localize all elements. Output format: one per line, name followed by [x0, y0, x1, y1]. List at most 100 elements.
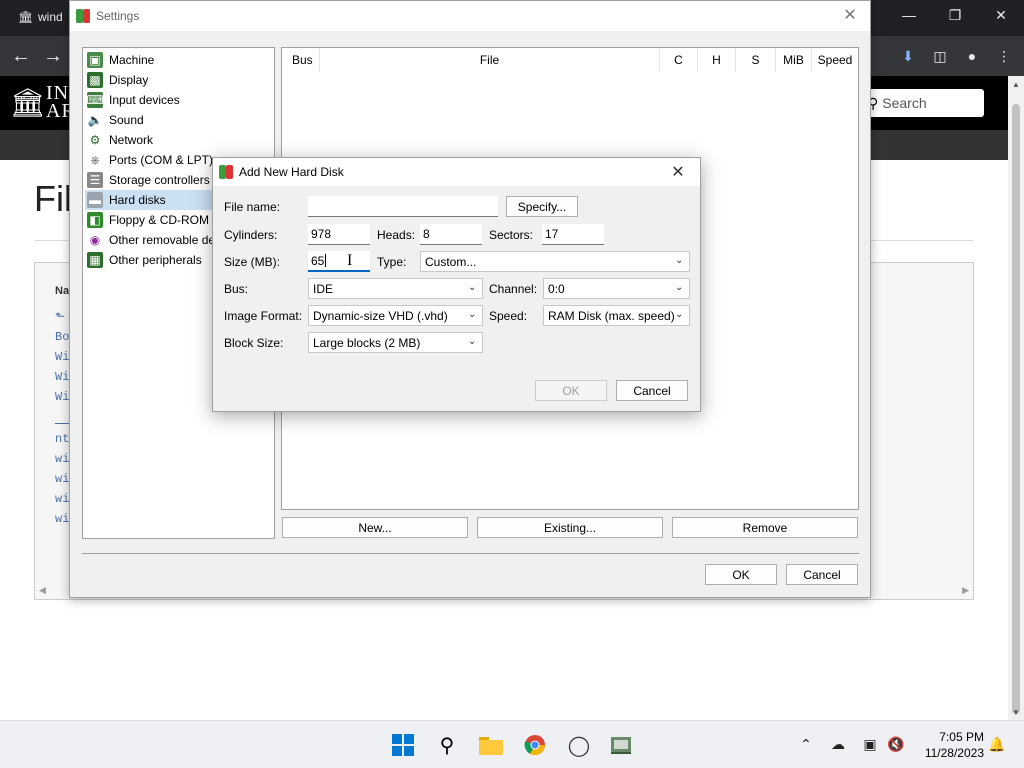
existing-disk-button[interactable]: Existing...: [477, 517, 663, 538]
scroll-up-icon[interactable]: ▲: [1008, 76, 1024, 92]
download-icon[interactable]: ⬇: [896, 44, 920, 68]
chevron-down-icon: ⌄: [675, 282, 684, 293]
site-search-input[interactable]: ⚲ Search: [862, 89, 984, 117]
chrome-icon[interactable]: [521, 731, 549, 759]
obs-icon[interactable]: ◯: [565, 731, 593, 759]
column-header-file[interactable]: File: [320, 48, 660, 72]
scroll-right-icon[interactable]: ▶: [962, 585, 969, 597]
list-item[interactable]: Bo: [55, 327, 69, 347]
list-item[interactable]: Wi: [55, 347, 69, 367]
scroll-left-icon[interactable]: ◀: [39, 585, 46, 597]
chevron-down-icon: ⌄: [468, 282, 477, 293]
tray-overflow-icon[interactable]: ⌃: [795, 733, 817, 755]
file-explorer-icon[interactable]: [477, 731, 505, 759]
dialog-title-bar[interactable]: Add New Hard Disk ✕: [213, 158, 700, 186]
menu-dots-icon[interactable]: ⋮: [992, 44, 1016, 68]
search-icon[interactable]: ⚲: [433, 731, 461, 759]
sound-icon: 🔈: [87, 113, 103, 127]
specify-button[interactable]: Specify...: [506, 196, 578, 217]
archive-logo-icon[interactable]: 🏛: [10, 86, 46, 119]
list-item[interactable]: Wi: [55, 367, 69, 387]
app-logo-icon: [76, 9, 90, 23]
list-item[interactable]: Wi: [55, 387, 69, 407]
minimize-icon[interactable]: —: [886, 0, 932, 30]
close-icon[interactable]: ✕: [978, 0, 1024, 30]
windows-start-icon[interactable]: [389, 731, 417, 759]
profile-icon[interactable]: ●: [960, 44, 984, 68]
bus-select[interactable]: IDE ⌄: [308, 278, 483, 299]
column-header-bus[interactable]: Bus: [282, 48, 320, 72]
taskbar: ⚲ ◯ ⌃ ☁ ▣ 🔇 7:05 PM 11/28/2023 🔔: [0, 720, 1024, 768]
channel-select[interactable]: 0:0 ⌄: [543, 278, 690, 299]
column-header-h[interactable]: H: [698, 48, 736, 72]
category-label: Machine: [109, 53, 155, 67]
remove-disk-button[interactable]: Remove: [672, 517, 858, 538]
size-input[interactable]: 65: [308, 251, 370, 272]
settings-title-bar[interactable]: Settings ✕: [70, 1, 870, 31]
clock-time: 7:05 PM: [939, 730, 984, 744]
onedrive-offline-icon[interactable]: ☁: [827, 733, 849, 755]
new-disk-button[interactable]: New...: [282, 517, 468, 538]
cylinders-label: Cylinders:: [224, 228, 278, 242]
chevron-down-icon: ⌄: [675, 255, 684, 266]
speed-select[interactable]: RAM Disk (max. speed) ⌄: [543, 305, 690, 326]
browser-tab[interactable]: 🏛 wind: [8, 2, 78, 32]
block-size-select[interactable]: Large blocks (2 MB) ⌄: [308, 332, 483, 353]
category-label: Storage controllers: [109, 173, 210, 187]
column-header-s[interactable]: S: [736, 48, 776, 72]
category-label: Network: [109, 133, 154, 147]
category-label: Floppy & CD-ROM d: [109, 213, 220, 227]
list-item[interactable]: wi: [55, 449, 69, 469]
heads-input[interactable]: 8: [420, 224, 482, 245]
category-label: Sound: [109, 113, 144, 127]
sidebar-icon[interactable]: ◫: [928, 44, 952, 68]
settings-cancel-button[interactable]: Cancel: [786, 564, 858, 585]
ports-icon: ⎈: [90, 152, 100, 167]
type-select[interactable]: Custom... ⌄: [420, 251, 690, 272]
settings-ok-button[interactable]: OK: [705, 564, 777, 585]
chevron-down-icon: ⌄: [675, 309, 684, 320]
list-item[interactable]: wi: [55, 509, 69, 529]
list-item[interactable]: wi: [55, 469, 69, 489]
vertical-scrollbar[interactable]: ▲ ▼: [1008, 76, 1024, 720]
text-caret: [325, 254, 327, 267]
network-status-icon[interactable]: ▣: [859, 733, 881, 755]
type-label: Type:: [377, 255, 407, 269]
cylinders-input[interactable]: 978: [308, 224, 370, 245]
category-machine[interactable]: ▣ Machine: [85, 50, 274, 70]
dialog-ok-button[interactable]: OK: [535, 380, 607, 401]
list-item[interactable]: wi: [55, 489, 69, 509]
restore-icon[interactable]: ❐: [932, 0, 978, 30]
category-input-devices[interactable]: ⌨ Input devices: [85, 90, 274, 110]
back-arrow-icon[interactable]: ←: [8, 44, 34, 68]
file-name-input[interactable]: [308, 196, 498, 217]
system-clock[interactable]: 7:05 PM 11/28/2023: [925, 729, 984, 761]
network-icon: ⚙: [89, 133, 101, 147]
archive-favicon-icon: 🏛: [18, 10, 34, 24]
dialog-close-icon[interactable]: ✕: [658, 158, 698, 186]
emulator-app-icon[interactable]: [607, 731, 635, 759]
forward-arrow-icon[interactable]: →: [40, 44, 66, 68]
column-header-c[interactable]: C: [660, 48, 698, 72]
category-display[interactable]: ▩ Display: [85, 70, 274, 90]
dialog-title: Add New Hard Disk: [239, 165, 344, 179]
list-item[interactable]: nt: [55, 429, 69, 449]
parent-dir-icon[interactable]: ⬑: [55, 307, 69, 327]
settings-title: Settings: [96, 9, 140, 23]
volume-muted-icon[interactable]: 🔇: [885, 733, 907, 755]
scroll-down-icon[interactable]: ▼: [1008, 704, 1024, 720]
column-header-mib[interactable]: MiB: [776, 48, 812, 72]
file-list-header: Na: [55, 285, 70, 297]
settings-close-icon[interactable]: ✕: [830, 1, 870, 29]
dialog-cancel-button[interactable]: Cancel: [616, 380, 688, 401]
sectors-label: Sectors:: [489, 228, 534, 242]
sectors-input[interactable]: 17: [542, 224, 604, 245]
scrollbar-thumb[interactable]: [1012, 104, 1020, 714]
image-format-select[interactable]: Dynamic-size VHD (.vhd) ⌄: [308, 305, 483, 326]
category-label: Input devices: [109, 93, 180, 107]
size-value: 65: [311, 253, 325, 268]
category-network[interactable]: ⚙ Network: [85, 130, 274, 150]
column-header-speed[interactable]: Speed: [812, 48, 858, 72]
category-sound[interactable]: 🔈 Sound: [85, 110, 274, 130]
notification-bell-icon[interactable]: 🔔: [986, 733, 1008, 755]
